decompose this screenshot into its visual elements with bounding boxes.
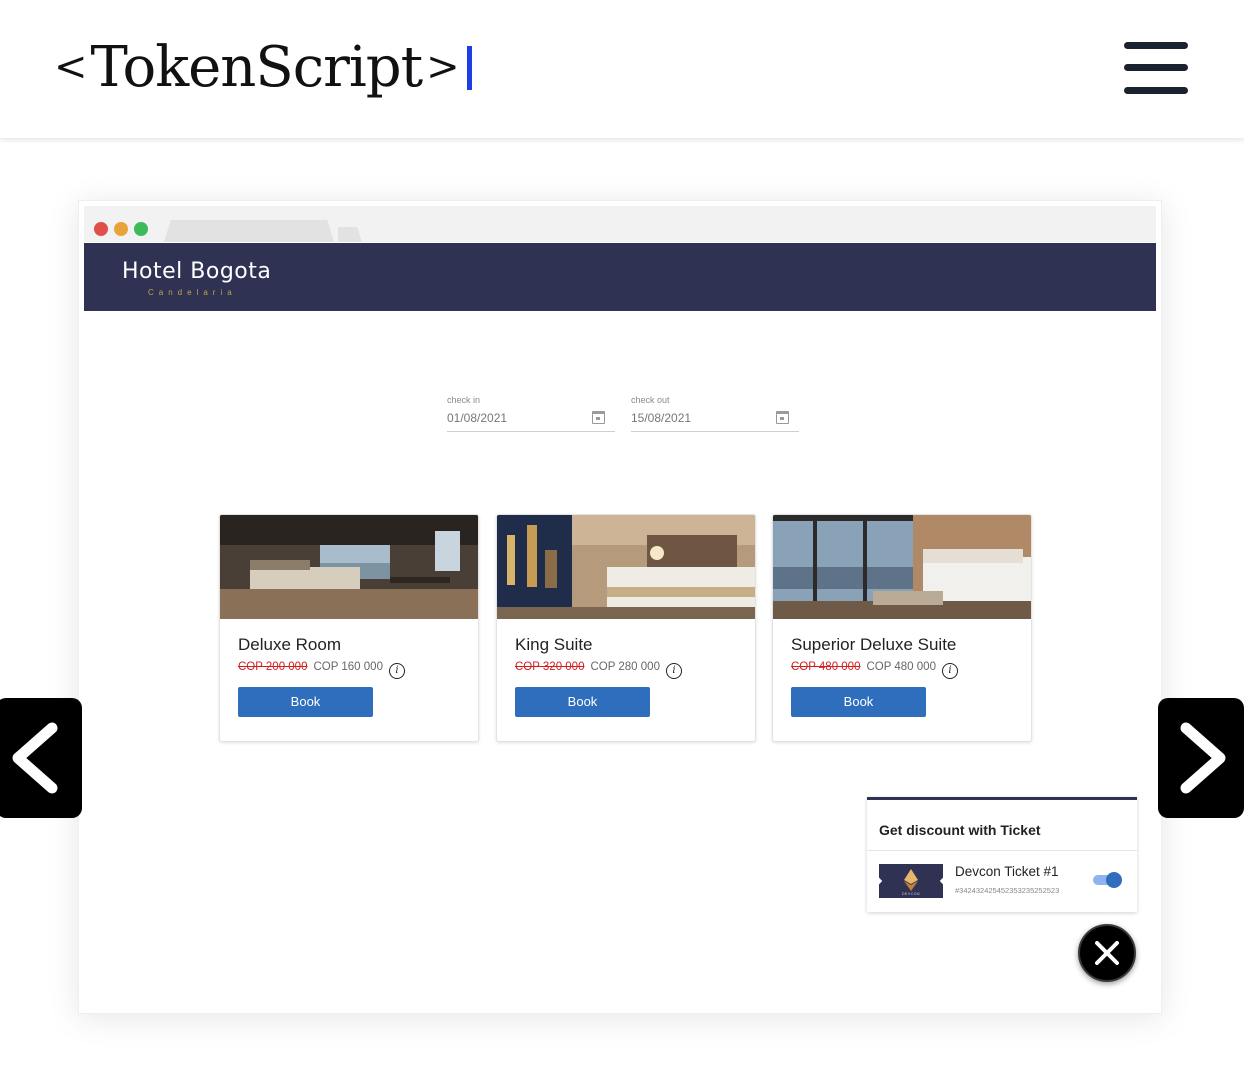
chevron-left-icon [12, 722, 58, 794]
discount-title: Get discount with Ticket [879, 822, 1041, 838]
room-photo-deluxe [220, 515, 478, 619]
checkout-value: 15/08/2021 [631, 411, 692, 425]
ethereum-diamond-icon: DEVCON [902, 869, 920, 896]
window-close-dot [94, 222, 108, 236]
room-photo-king [497, 515, 755, 619]
old-price: COP 200 000 [238, 661, 308, 673]
ticket-id: #342432425452353235252523 [955, 886, 1060, 895]
room-photo-superior [773, 515, 1031, 619]
divider [867, 850, 1137, 851]
browser-tab-bar [84, 206, 1156, 242]
info-icon[interactable]: i [941, 663, 958, 679]
calendar-icon[interactable] [592, 411, 605, 424]
window-maximize-dot [134, 222, 148, 236]
room-name: Deluxe Room [238, 635, 341, 654]
room-card-king: King Suite COP 320 000 COP 280 000 i Book [496, 514, 756, 742]
close-icon [1095, 941, 1119, 965]
room-price: COP 320 000 COP 280 000 i [515, 661, 682, 679]
new-price: COP 160 000 [313, 661, 383, 673]
browser-tab [164, 220, 334, 242]
checkin-value: 01/08/2021 [447, 411, 508, 425]
logo-open-bracket: < [54, 44, 88, 90]
hotel-subtitle: Candelaria [148, 288, 237, 297]
book-button[interactable]: Book [791, 687, 926, 717]
room-price: COP 480 000 COP 480 000 i [791, 661, 958, 679]
old-price: COP 480 000 [791, 661, 861, 673]
logo-cursor [466, 46, 472, 90]
new-price: COP 280 000 [590, 661, 660, 673]
checkin-label: check in [447, 395, 481, 405]
room-name: Superior Deluxe Suite [791, 635, 957, 654]
new-price: COP 480 000 [866, 661, 936, 673]
room-card-deluxe: Deluxe Room COP 200 000 COP 160 000 i Book [219, 514, 479, 742]
window-minimize-dot [114, 222, 128, 236]
info-icon[interactable]: i [388, 663, 405, 679]
new-tab-button [338, 227, 362, 242]
hotel-header: Hotel Bogota Candelaria [84, 243, 1156, 311]
browser-window: Hotel Bogota Candelaria check in 01/08/2… [78, 200, 1162, 1014]
hotel-name: Hotel Bogota [122, 259, 272, 284]
site-header: <TokenScript > [0, 0, 1244, 139]
devcon-logo-text: DEVCON [902, 892, 920, 896]
info-icon[interactable]: i [665, 663, 682, 679]
old-price: COP 320 000 [515, 661, 585, 673]
book-button[interactable]: Book [515, 687, 650, 717]
hamburger-menu-icon[interactable] [1124, 42, 1188, 94]
devcon-ticket-image: DEVCON [879, 864, 943, 898]
checkin-field[interactable]: check in 01/08/2021 [447, 395, 615, 432]
logo-close-bracket: > [426, 44, 460, 90]
discount-panel: Get discount with Ticket DEVCON Devcon T… [867, 797, 1137, 912]
logo-text: TokenScript [90, 35, 424, 100]
next-slide-button[interactable] [1158, 698, 1244, 818]
chevron-right-icon [1180, 722, 1226, 794]
checkout-field[interactable]: check out 15/08/2021 [631, 395, 799, 432]
previous-slide-button[interactable] [0, 698, 82, 818]
ticket-name: Devcon Ticket #1 [955, 864, 1059, 879]
close-button[interactable] [1078, 924, 1136, 982]
tokenscript-logo[interactable]: <TokenScript > [50, 32, 472, 103]
room-card-superior: Superior Deluxe Suite COP 480 000 COP 480… [772, 514, 1032, 742]
book-button[interactable]: Book [238, 687, 373, 717]
room-name: King Suite [515, 635, 593, 654]
checkout-label: check out [631, 395, 670, 405]
ticket-toggle[interactable] [1093, 872, 1122, 888]
room-price: COP 200 000 COP 160 000 i [238, 661, 405, 679]
calendar-icon[interactable] [776, 411, 789, 424]
